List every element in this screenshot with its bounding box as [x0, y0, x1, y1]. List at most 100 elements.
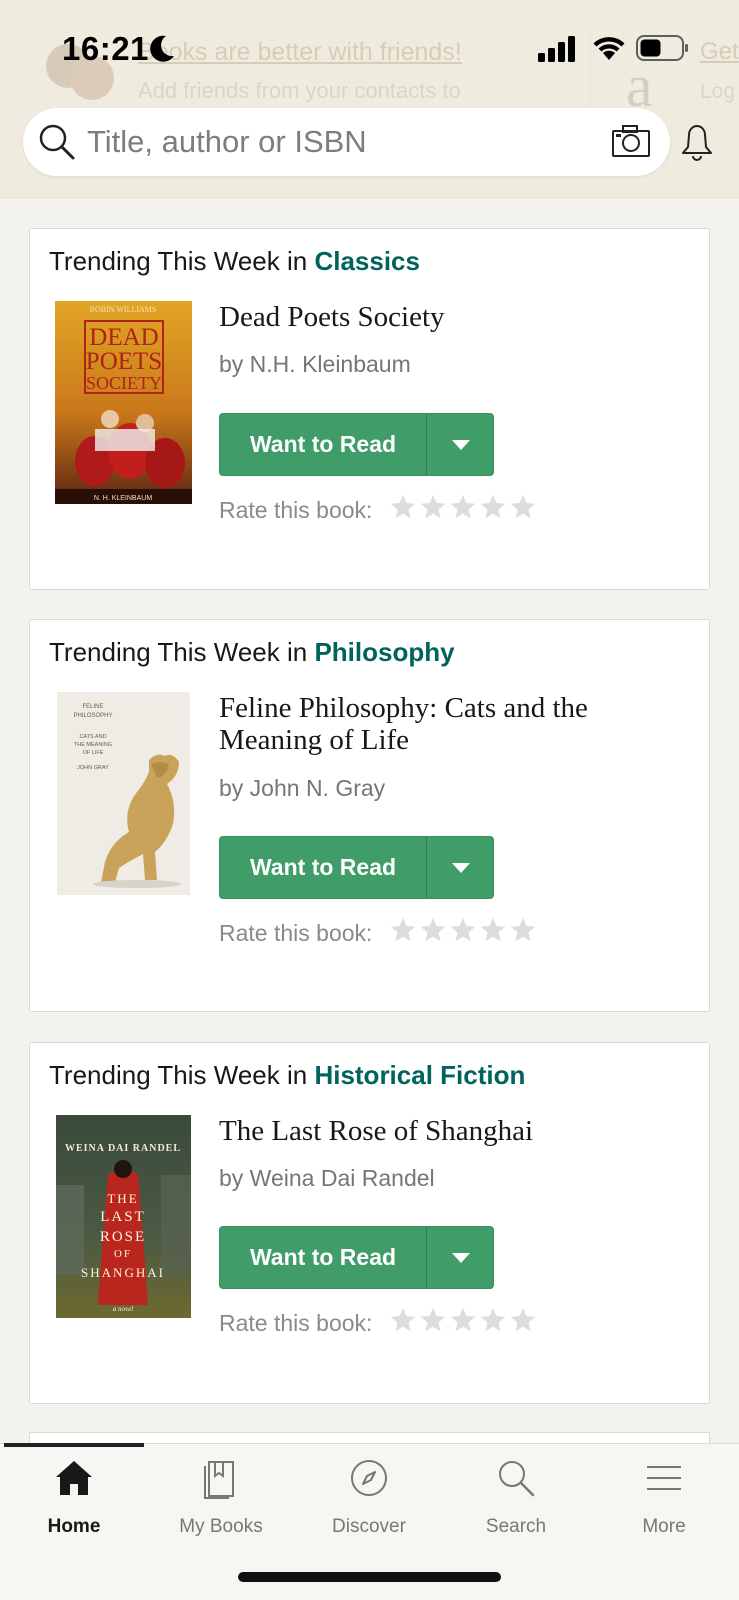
book-title[interactable]: Dead Poets Society [219, 301, 679, 333]
star-rating [389, 1306, 537, 1334]
cover-line-1: THE [107, 1191, 138, 1206]
book-cover[interactable]: WEINA DAI RANDEL THE LAST ROSE OF SHANGH… [56, 1115, 191, 1318]
trending-card-philosophy: Trending This Week in Philosophy FELINE … [29, 619, 710, 1012]
star-icon[interactable] [389, 493, 417, 521]
card-heading: Trending This Week in Philosophy [49, 637, 455, 668]
cover-line-6: JOHN GRAY [77, 765, 109, 771]
book-cover[interactable]: ROBIN WILLIAMS DEAD POETS SOCIETY N. H. … [55, 301, 192, 504]
tab-search[interactable]: Search [442, 1444, 590, 1544]
menu-icon [647, 1466, 681, 1490]
want-to-read-button[interactable]: Want to Read [220, 1227, 427, 1288]
cover-line-5: SHANGHAI [81, 1265, 165, 1280]
star-icon[interactable] [449, 916, 477, 944]
card-heading: Trending This Week in Historical Fiction [49, 1060, 525, 1091]
shelf-dropdown-button[interactable] [428, 1227, 494, 1288]
cover-line-2: LAST [100, 1209, 146, 1225]
home-icon [56, 1461, 92, 1495]
cover-line-2: PHILOSOPHY [73, 713, 112, 719]
star-icon[interactable] [449, 493, 477, 521]
shelf-dropdown-button[interactable] [428, 837, 494, 898]
card-heading: Trending This Week in Classics [49, 246, 420, 277]
cellular-signal-icon [538, 36, 575, 62]
cover-line-3: SOCIETY [86, 373, 162, 393]
trending-card-historical-fiction: Trending This Week in Historical Fiction… [29, 1042, 710, 1404]
cover-line-1: FELINE [82, 704, 103, 710]
want-to-read-button-group: Want to Read [219, 1226, 494, 1289]
tab-discover[interactable]: Discover [295, 1444, 443, 1544]
star-icon[interactable] [509, 493, 537, 521]
star-icon[interactable] [479, 916, 507, 944]
search-icon [499, 1461, 535, 1497]
cover-line-3: CATS AND [79, 734, 106, 740]
want-to-read-button[interactable]: Want to Read [220, 414, 427, 475]
want-to-read-button-group: Want to Read [219, 413, 494, 476]
chevron-down-icon [452, 1252, 470, 1263]
shelf-dropdown-button[interactable] [428, 414, 494, 475]
cover-line-5: OF LIFE [83, 750, 104, 756]
star-rating [389, 493, 537, 521]
my-books-icon [204, 1461, 234, 1499]
home-indicator [238, 1572, 501, 1582]
cover-top-text: ROBIN WILLIAMS [90, 305, 157, 314]
camera-scan-icon[interactable] [611, 124, 651, 158]
book-author[interactable]: by John N. Gray [219, 775, 385, 802]
book-author[interactable]: by Weina Dai Randel [219, 1165, 435, 1192]
star-icon[interactable] [389, 1306, 417, 1334]
chevron-down-icon [452, 439, 470, 450]
star-icon[interactable] [419, 916, 447, 944]
cover-top-text: WEINA DAI RANDEL [65, 1143, 181, 1154]
wifi-icon [593, 37, 625, 60]
heading-prefix: Trending This Week in [49, 246, 308, 276]
heading-prefix: Trending This Week in [49, 637, 308, 667]
rate-label: Rate this book: [219, 1310, 373, 1336]
tab-label: More [642, 1516, 686, 1537]
cover-line-1: DEAD [89, 324, 158, 351]
search-input[interactable] [87, 118, 607, 166]
cover-line-4: OF [114, 1248, 132, 1260]
genre-link[interactable]: Philosophy [314, 637, 454, 667]
tab-my-books[interactable]: My Books [147, 1444, 295, 1544]
genre-link[interactable]: Historical Fiction [314, 1060, 525, 1090]
do-not-disturb-moon-icon [150, 35, 174, 62]
star-icon[interactable] [419, 1306, 447, 1334]
cover-bottom-text: a novel [113, 1305, 133, 1313]
star-rating [389, 916, 537, 944]
book-title[interactable]: The Last Rose of Shanghai [219, 1115, 679, 1147]
tab-label: Search [485, 1516, 547, 1537]
cover-line-4: THE MEANING [74, 742, 112, 748]
book-author[interactable]: by N.H. Kleinbaum [219, 351, 411, 378]
compass-icon [351, 1460, 387, 1496]
tab-more[interactable]: More [590, 1444, 738, 1544]
trending-card-classics: Trending This Week in Classics ROBIN WIL… [29, 228, 710, 590]
battery-icon [636, 35, 688, 61]
book-title[interactable]: Feline Philosophy: Cats and the Meaning … [219, 692, 679, 756]
cover-bottom-text: N. H. KLEINBAUM [94, 495, 153, 502]
search-icon [39, 124, 75, 160]
star-icon[interactable] [449, 1306, 477, 1334]
star-icon[interactable] [479, 1306, 507, 1334]
want-to-read-button[interactable]: Want to Read [220, 837, 427, 898]
star-icon[interactable] [479, 493, 507, 521]
header: Books are better with friends! Add frien… [0, 0, 739, 198]
star-icon[interactable] [509, 1306, 537, 1334]
tab-home[interactable]: Home [0, 1444, 148, 1544]
genre-link[interactable]: Classics [314, 246, 420, 276]
tab-label: My Books [179, 1516, 263, 1537]
cover-line-3: ROSE [100, 1229, 146, 1245]
book-cover[interactable]: FELINE PHILOSOPHY CATS AND THE MEANING O… [57, 692, 190, 895]
heading-prefix: Trending This Week in [49, 1060, 308, 1090]
star-icon[interactable] [419, 493, 447, 521]
want-to-read-button-group: Want to Read [219, 836, 494, 899]
tab-label: Discover [332, 1516, 406, 1537]
tab-label: Home [47, 1516, 101, 1537]
status-time: 16:21 [62, 30, 149, 67]
star-icon[interactable] [389, 916, 417, 944]
star-icon[interactable] [509, 916, 537, 944]
search-bar[interactable] [23, 108, 670, 176]
chevron-down-icon [452, 862, 470, 873]
rate-label: Rate this book: [219, 920, 373, 946]
status-bar: 16:21 [0, 0, 739, 100]
rate-label: Rate this book: [219, 497, 373, 523]
cover-line-2: POETS [86, 348, 162, 375]
notifications-bell-icon[interactable] [680, 122, 714, 162]
